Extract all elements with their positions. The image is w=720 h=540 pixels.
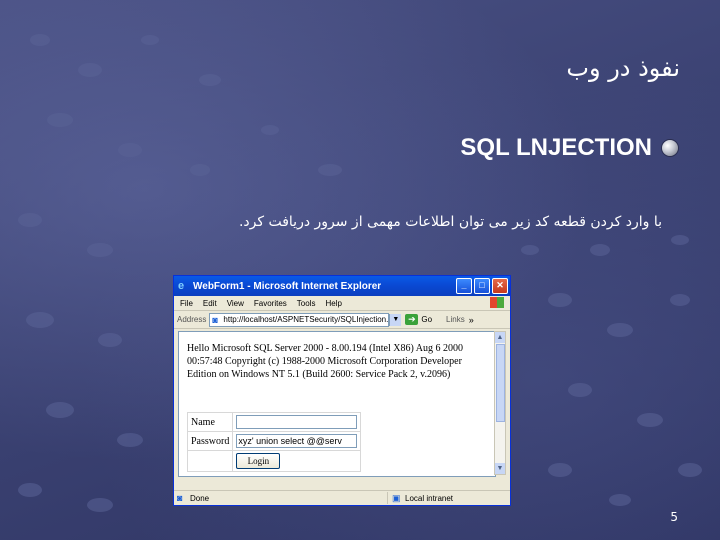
zone-text: Local intranet <box>405 493 454 503</box>
browser-window: e WebForm1 - Microsoft Internet Explorer… <box>173 275 511 506</box>
window-titlebar[interactable]: e WebForm1 - Microsoft Internet Explorer… <box>174 276 510 296</box>
chevron-right-icon[interactable]: » <box>469 315 474 325</box>
name-label: Name <box>186 412 234 432</box>
links-button[interactable]: Links <box>446 315 465 324</box>
address-input[interactable]: ◙ http://localhost/ASPNETSecurity/SQLInj… <box>209 312 390 327</box>
menu-file[interactable]: File <box>180 299 193 308</box>
window-title: WebForm1 - Microsoft Internet Explorer <box>193 280 382 292</box>
close-button[interactable]: ✕ <box>492 278 508 294</box>
done-page-icon: ◙ <box>177 493 183 503</box>
name-input[interactable] <box>236 415 358 429</box>
scroll-down-icon[interactable]: ▼ <box>495 463 505 474</box>
password-input[interactable]: xyz' union select @@serv <box>236 434 358 448</box>
status-bar: ◙ Done ▣ Local intranet <box>174 490 510 505</box>
minimize-button[interactable]: _ <box>456 278 472 294</box>
login-button[interactable]: Login <box>236 453 281 469</box>
menu-favorites[interactable]: Favorites <box>254 299 287 308</box>
page-icon: ◙ <box>212 314 218 325</box>
menu-view[interactable]: View <box>227 299 244 308</box>
intranet-icon: ▣ <box>392 493 401 503</box>
ie-logo-icon: e <box>178 279 185 292</box>
bullet-heading: SQL LNJECTION <box>460 134 652 161</box>
scroll-thumb[interactable] <box>496 344 505 422</box>
address-dropdown-button[interactable]: ▼ <box>389 313 402 326</box>
address-value: http://localhost/ASPNETSecurity/SQLInjec… <box>223 315 389 324</box>
page-content: Hello Microsoft SQL Server 2000 - 8.00.1… <box>178 331 496 477</box>
menu-bar: File Edit View Favorites Tools Help <box>174 296 510 311</box>
slide-subtext: با وارد کردن قطعه کد زیر می توان اطلاعات… <box>238 214 662 230</box>
go-arrow-icon: ➔ <box>405 314 419 325</box>
address-label: Address <box>177 315 207 324</box>
page-number: 5 <box>670 510 678 524</box>
slide-title: نفوذ در وب <box>566 54 680 82</box>
windows-flag-icon <box>490 297 504 308</box>
menu-edit[interactable]: Edit <box>203 299 217 308</box>
bullet-icon <box>662 140 678 156</box>
scroll-up-icon[interactable]: ▲ <box>495 332 505 343</box>
password-label: Password <box>186 431 234 451</box>
bullet-row: SQL LNJECTION <box>460 134 678 162</box>
maximize-button[interactable]: □ <box>474 278 490 294</box>
server-message: Hello Microsoft SQL Server 2000 - 8.00.1… <box>187 343 463 380</box>
vertical-scrollbar[interactable]: ▲ ▼ <box>494 331 506 475</box>
go-button[interactable]: ➔ Go <box>405 314 432 325</box>
menu-help[interactable]: Help <box>325 299 341 308</box>
menu-tools[interactable]: Tools <box>297 299 316 308</box>
address-bar: Address ◙ http://localhost/ASPNETSecurit… <box>174 311 510 329</box>
login-form: Name Password xyz' union select @@serv L… <box>186 412 362 472</box>
go-label: Go <box>421 315 433 324</box>
status-text: Done <box>190 493 210 503</box>
